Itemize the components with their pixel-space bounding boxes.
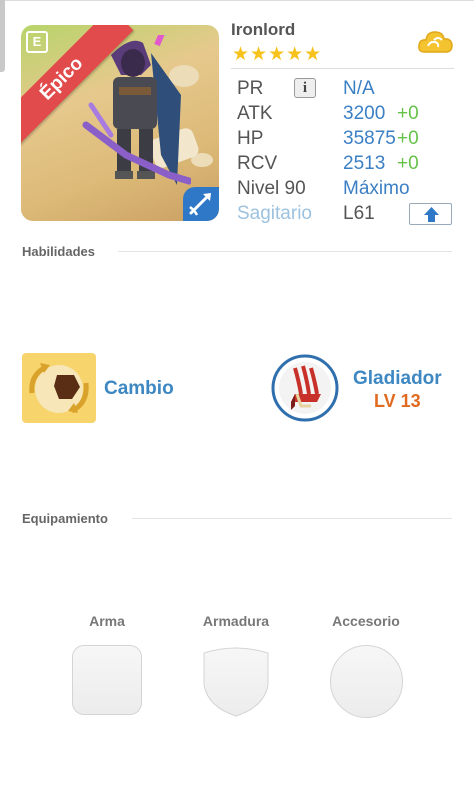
constellation-label[interactable]: Sagitario [237,203,312,225]
stat-value-level: Máximo [343,178,410,199]
gladiator-claw-icon[interactable] [271,354,339,422]
hero-name: Ironlord [231,20,296,39]
stat-label-hp: HP [237,128,264,149]
skill-name[interactable]: Cambio [104,378,174,400]
accessory-slot[interactable] [330,645,403,718]
stat-bonus-rcv: +0 [397,153,419,174]
stat-bonus-hp: +0 [397,128,419,149]
stat-label-pr: PR [237,78,264,99]
equipment-section-title: Equipamiento [22,511,108,526]
constellation-level: L61 [343,203,375,224]
archer-class-icon [183,187,219,221]
weapon-slot[interactable] [72,645,142,715]
hero-portrait[interactable]: Épico E [21,25,219,221]
scroll-indicator[interactable] [0,0,5,72]
name-divider [231,68,454,69]
stat-label-atk: ATK [237,103,273,124]
info-icon[interactable]: i [294,78,316,98]
swap-skill-icon[interactable] [22,353,96,423]
skills-section-title: Habilidades [22,244,95,259]
stat-value-hp: 35875 [343,128,396,149]
stat-bonus-atk: +0 [397,103,419,124]
upgrade-button[interactable] [409,203,452,225]
arrow-up-icon [424,207,439,222]
equipment-divider [132,518,452,519]
slot-label-weapon: Arma [89,613,125,629]
skills-divider [118,251,452,252]
cloud-icon[interactable] [416,26,454,60]
stat-value-pr: N/A [343,78,375,99]
slot-label-armor: Armadura [202,613,270,629]
stat-value-atk: 3200 [343,103,386,124]
slot-label-accessory: Accesorio [332,613,400,629]
leader-skill-name[interactable]: Gladiador [353,368,442,390]
leader-skill-level: LV 13 [374,391,421,411]
top-divider [0,0,474,1]
notes-icon[interactable]: E [26,31,48,53]
stat-value-rcv: 2513 [343,153,386,174]
stat-label-level: Nivel 90 [237,178,306,199]
rarity-stars: ★★★★★ [232,44,323,65]
stat-label-rcv: RCV [237,153,278,174]
armor-slot[interactable] [202,645,270,717]
